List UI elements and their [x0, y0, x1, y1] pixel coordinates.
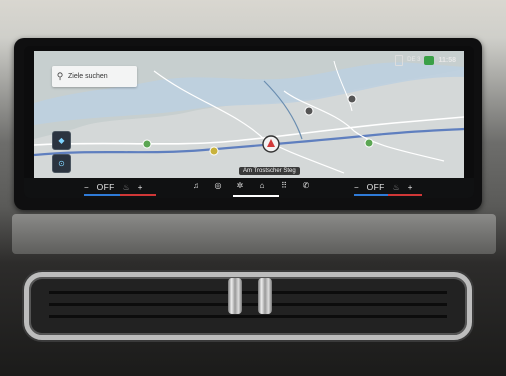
climate-right: − OFF ♨ + — [354, 182, 412, 192]
compass-icon: ⊙ — [58, 159, 65, 168]
climate-right-plus-button[interactable]: + — [408, 183, 413, 192]
vent-slat — [49, 291, 447, 294]
air-vent — [24, 272, 472, 340]
dashboard-trim — [12, 214, 496, 254]
network-label: DE 3 — [407, 57, 421, 63]
infotainment-screen: ⚲ Ziele suchen DE 3 11:58 ◆ ⊙ Am Trostsc… — [24, 46, 474, 198]
destination-search-field[interactable]: ⚲ Ziele suchen — [52, 66, 137, 87]
vent-slat — [49, 303, 447, 306]
seat-heating-icon[interactable]: ♨ — [393, 183, 400, 192]
clock: 11:58 — [438, 56, 456, 64]
vent-right-knob[interactable] — [258, 278, 272, 314]
bottom-control-bar: − OFF ♨ + ♫ ◎ ✲ ⌂ ⠿ ✆ − OFF ♨ + — [24, 178, 474, 198]
vent-left-knob[interactable] — [228, 278, 242, 314]
seat-heating-icon[interactable]: ♨ — [123, 183, 130, 192]
right-temp-cool-bar — [354, 194, 388, 196]
dock-active-underline — [233, 195, 279, 197]
left-temp-warm-bar — [120, 194, 156, 196]
navigation-compass-icon[interactable]: ◎ — [212, 181, 224, 190]
climate-left-state[interactable]: OFF — [97, 182, 115, 192]
app-dock: ♫ ◎ ✲ ⌂ ⠿ ✆ — [190, 181, 312, 190]
climate-left: − OFF ♨ + — [84, 182, 142, 192]
left-temp-cool-bar — [84, 194, 120, 196]
climate-right-minus-button[interactable]: − — [354, 183, 359, 192]
phone-status-icon — [395, 54, 404, 66]
compass-button[interactable]: ⊙ — [52, 154, 71, 173]
destination-label[interactable]: Am Trostscher Steg — [239, 167, 300, 175]
climate-right-state[interactable]: OFF — [367, 182, 385, 192]
music-icon[interactable]: ♫ — [190, 181, 202, 190]
right-temp-warm-bar — [388, 194, 422, 196]
connected-status-icon — [424, 55, 435, 65]
status-bar: DE 3 11:58 — [395, 54, 456, 66]
fan-icon[interactable]: ✲ — [234, 181, 246, 190]
climate-left-minus-button[interactable]: − — [84, 183, 89, 192]
navigation-map[interactable]: ⚲ Ziele suchen DE 3 11:58 ◆ ⊙ Am Trostsc… — [34, 51, 464, 178]
apps-grid-icon[interactable]: ⠿ — [278, 181, 290, 190]
map-layers-icon: ◆ — [58, 136, 65, 145]
home-icon[interactable]: ⌂ — [256, 181, 268, 190]
search-placeholder: Ziele suchen — [68, 73, 108, 80]
vent-slat — [49, 315, 447, 318]
phone-icon[interactable]: ✆ — [300, 181, 312, 190]
climate-left-plus-button[interactable]: + — [138, 183, 143, 192]
search-icon: ⚲ — [56, 71, 64, 81]
map-view-button[interactable]: ◆ — [52, 131, 71, 150]
